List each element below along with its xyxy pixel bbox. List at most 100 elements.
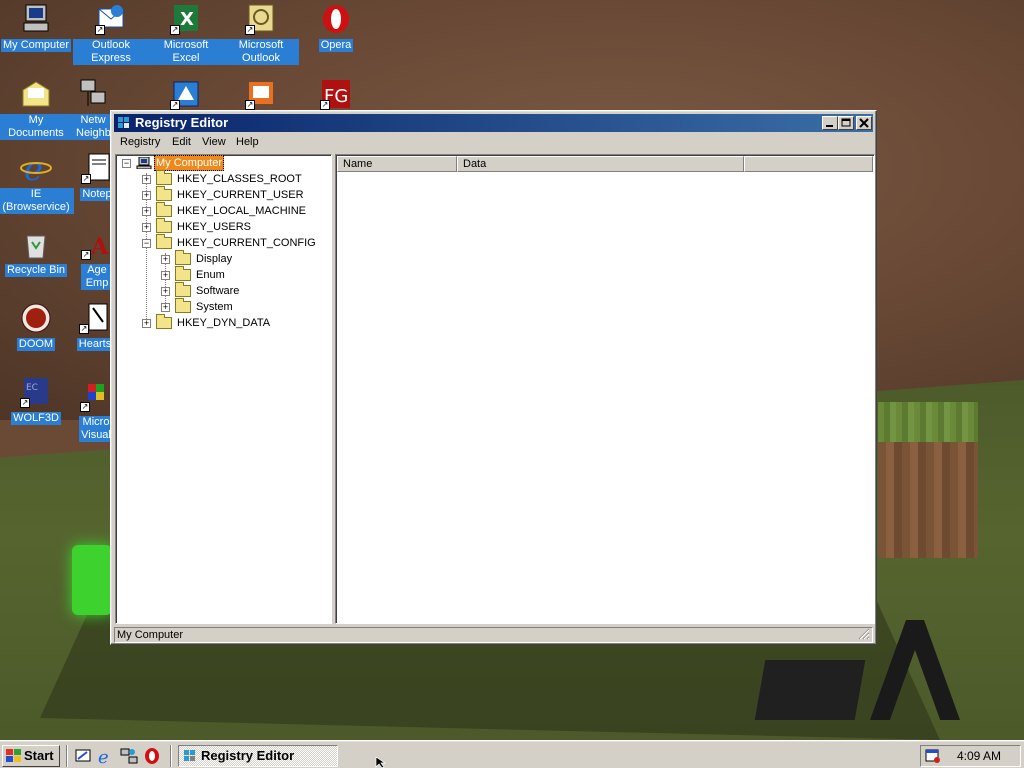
desktop-icon-recycle-bin[interactable]: Recycle Bin [0,228,74,277]
computer-icon [136,156,152,170]
desktop-icon-excel[interactable]: X ↗ Microsoft Excel [148,3,224,65]
folder-icon [156,170,172,185]
menu-view[interactable]: View [202,136,226,148]
expand-toggle[interactable]: + [161,271,170,280]
expand-toggle[interactable]: + [142,191,151,200]
desktop-icon-label: Micro Visual [79,416,113,442]
folder-icon [175,282,191,297]
shortcut-arrow-icon: ↗ [95,25,105,35]
registry-editor-window[interactable]: Registry Editor Registry Edit View Help … [110,110,877,645]
status-bar: My Computer [114,627,873,643]
desktop-icon-my-computer[interactable]: My Computer [0,3,74,52]
tree-node-label: System [196,301,233,313]
close-button[interactable] [856,116,872,130]
my-computer-icon [20,3,52,35]
shortcut-arrow-icon: ↗ [245,25,255,35]
desktop-icon-presentation[interactable]: ↗ [223,78,299,110]
opera-icon[interactable] [143,747,161,765]
desktop-icon-age-of-empires[interactable]: A ↗ Age Emp [80,228,114,290]
registry-editor-icon [183,749,197,763]
desktop-icon-label: Netw Neighb [74,114,112,140]
expand-toggle[interactable]: + [161,303,170,312]
wallpaper-nvidia-letter-shadow [754,660,866,720]
registry-tree[interactable]: − My Computer + HKEY_CLASSES_ROOT + HKEY… [115,154,332,624]
expand-toggle[interactable]: + [142,223,151,232]
expand-toggle[interactable]: + [142,319,151,328]
folder-icon [156,234,172,249]
outlook-icon: ↗ [245,3,277,35]
collapse-toggle[interactable]: − [122,159,131,168]
tree-node-label: Enum [196,269,225,281]
desktop-icon-network-neighborhood[interactable]: Netw Neighb [73,78,113,143]
start-button[interactable]: Start [2,745,60,767]
resize-grip-icon[interactable] [858,628,870,640]
wallpaper-grass-top [878,402,978,442]
desktop-icon-doom[interactable]: DOOM [0,302,74,351]
desktop-icon-label: DOOM [16,338,56,351]
opera-icon [320,3,352,35]
presentation-icon: ↗ [245,78,277,110]
desktop-icon-visual-studio[interactable]: ↗ Micro Visual [78,380,114,442]
desktop-icon-outlook-express[interactable]: ↗ Outlook Express [73,3,149,65]
desktop-icon-label: Hearts [76,338,114,351]
column-header-data[interactable]: Data [457,156,744,172]
tree-node-label: My Computer [154,155,225,171]
show-desktop-icon[interactable] [74,747,92,765]
expand-toggle[interactable]: + [161,287,170,296]
desktop-icon-notepad[interactable]: ↗ Notep [80,152,114,201]
folder-icon [175,298,191,313]
shortcut-arrow-icon: ↗ [81,250,91,260]
my-documents-icon [20,78,52,110]
system-tray: 4:09 AM [920,745,1021,767]
folder-icon [156,314,172,329]
column-header-name[interactable]: Name [337,156,457,172]
fg-icon: FG ↗ [320,78,352,110]
desktop-icon-opera[interactable]: Opera [298,3,374,52]
network-neighborhood-icon [77,78,109,110]
minimize-button[interactable] [822,116,838,130]
desktop-icon-outlook[interactable]: ↗ Microsoft Outlook [223,3,299,65]
clock[interactable]: 4:09 AM [957,746,1001,766]
desktop-icon-label: Notep [80,188,114,201]
tree-node-label: HKEY_DYN_DATA [177,317,271,329]
expand-toggle[interactable]: + [142,175,151,184]
expand-toggle[interactable]: + [142,207,151,216]
task-scheduler-icon[interactable] [925,748,941,764]
menu-registry[interactable]: Registry [120,136,160,148]
desktop-icon-label: Microsoft Outlook [223,39,299,65]
desktop-icon-hearts[interactable]: ↗ Hearts [76,302,114,351]
desktop-icon-label: IE (Browservice) [0,188,74,214]
desktop-icon-my-documents[interactable]: My Documents [0,78,74,140]
values-list[interactable]: Name Data [335,154,875,624]
collapse-toggle[interactable]: − [142,239,151,248]
desktop-icon-label: Recycle Bin [4,264,68,277]
shortcut-arrow-icon: ↗ [20,398,30,408]
shortcut-arrow-icon: ↗ [170,100,180,110]
desktop-icon-internet-explorer[interactable]: e IE (Browservice) [0,150,74,214]
title-bar[interactable]: Registry Editor [114,114,873,132]
desktop-icon-fg[interactable]: FG ↗ [298,78,374,110]
folder-icon [156,186,172,201]
expand-toggle[interactable]: + [161,255,170,264]
shortcut-arrow-icon: ↗ [79,324,89,334]
tree-node-label: HKEY_LOCAL_MACHINE [177,205,306,217]
desktop-icon-label: Opera [318,39,354,52]
desktop-icon-label: My Computer [0,39,72,52]
desktop-icon-dialer[interactable]: ↗ [148,78,224,110]
maximize-button[interactable] [838,116,854,130]
notepad-icon: ↗ [81,152,113,184]
internet-explorer-icon[interactable]: e [97,747,115,768]
internet-explorer-icon: e [20,150,52,188]
tree-node-label: HKEY_CURRENT_CONFIG [177,237,316,249]
taskbar-button-label: Registry Editor [201,748,295,763]
network-icon[interactable] [120,747,138,765]
desktop-icon-wolf3d[interactable]: EC ↗ WOLF3D [0,376,74,425]
menu-help[interactable]: Help [236,136,259,148]
shortcut-arrow-icon: ↗ [320,100,330,110]
desktop-icon-label: Outlook Express [73,39,149,65]
svg-text:e: e [98,747,109,765]
svg-text:e: e [24,152,43,184]
taskbar-button-registry-editor[interactable]: Registry Editor [178,745,338,767]
dialer-icon: ↗ [170,78,202,110]
menu-edit[interactable]: Edit [172,136,191,148]
